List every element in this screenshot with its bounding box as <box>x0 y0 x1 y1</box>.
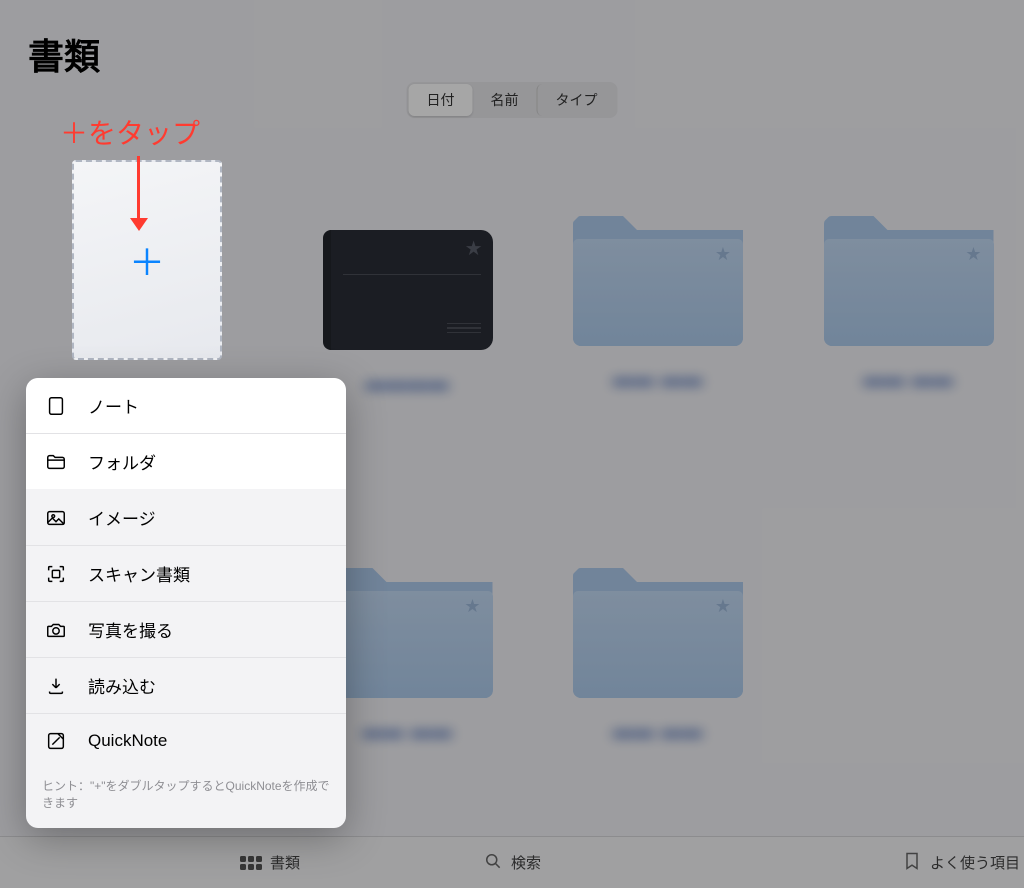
plus-icon: ＋ <box>129 234 165 286</box>
image-icon <box>44 506 68 530</box>
menu-label: フォルダ <box>88 449 156 474</box>
annotation-text: ＋をタップ <box>60 112 200 152</box>
menu-scan[interactable]: スキャン書類 <box>26 546 346 602</box>
menu-label: 読み込む <box>88 673 156 698</box>
menu-label: ノート <box>88 393 139 418</box>
menu-hint: ヒント："+"をダブルタップするとQuickNoteを作成できます <box>26 768 346 828</box>
download-icon <box>44 674 68 698</box>
camera-icon <box>44 618 68 642</box>
menu-label: 写真を撮る <box>88 617 173 642</box>
annotation-arrow <box>137 156 148 231</box>
folder-icon <box>44 450 68 474</box>
create-menu-popover: ノート フォルダ イメージ スキャン書類 写真を撮る 読み込む <box>26 378 346 828</box>
menu-label: QuickNote <box>88 731 167 751</box>
scan-icon <box>44 562 68 586</box>
popover-caret <box>138 378 158 380</box>
note-icon <box>44 394 68 418</box>
menu-label: スキャン書類 <box>88 561 190 586</box>
menu-image[interactable]: イメージ <box>26 490 346 546</box>
menu-note[interactable]: ノート <box>26 378 346 434</box>
menu-label: イメージ <box>88 505 156 530</box>
quicknote-icon <box>44 729 68 753</box>
menu-quicknote[interactable]: QuickNote <box>26 714 346 768</box>
menu-camera[interactable]: 写真を撮る <box>26 602 346 658</box>
menu-import[interactable]: 読み込む <box>26 658 346 714</box>
menu-folder[interactable]: フォルダ <box>26 434 346 489</box>
